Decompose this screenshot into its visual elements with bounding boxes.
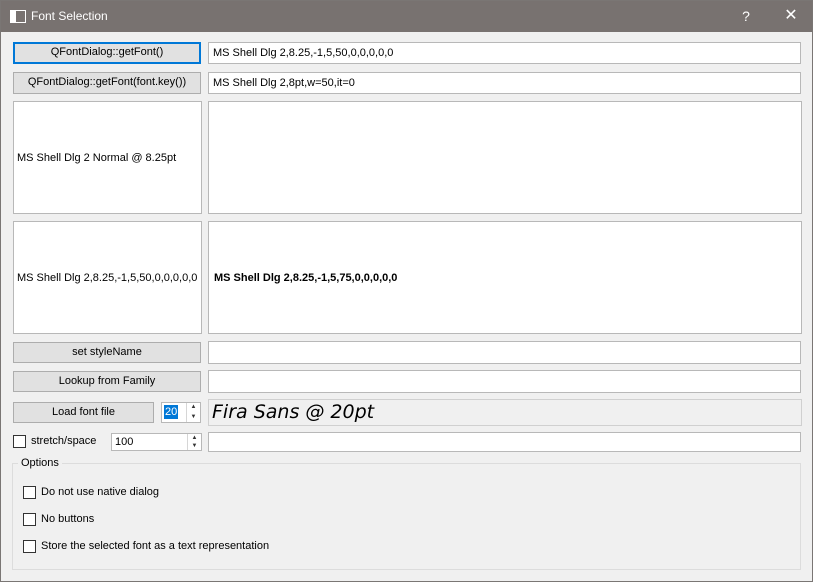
font-preview: Fira Sans @ 20pt xyxy=(208,399,802,426)
no-buttons-label: No buttons xyxy=(41,513,95,525)
get-font-key-result-field[interactable]: MS Shell Dlg 2,8pt,w=50,it=0 xyxy=(208,72,801,94)
font-description-label: MS Shell Dlg 2 Normal @ 8.25pt xyxy=(17,151,177,164)
bold-font-string-panel: MS Shell Dlg 2,8.25,-1,5,75,0,0,0,0,0 xyxy=(208,221,802,334)
spin-up-icon[interactable]: ▲ xyxy=(187,434,201,442)
stretch-result-field[interactable] xyxy=(208,432,801,452)
stretch-value[interactable]: 100 xyxy=(114,435,134,449)
no-buttons-checkbox[interactable] xyxy=(23,513,36,526)
lookup-from-family-button[interactable]: Lookup from Family xyxy=(13,371,201,392)
set-style-name-button[interactable]: set styleName xyxy=(13,342,201,363)
no-native-dialog-checkbox[interactable] xyxy=(23,486,36,499)
font-description-output-panel xyxy=(208,101,802,214)
get-font-result-field[interactable]: MS Shell Dlg 2,8.25,-1,5,50,0,0,0,0,0 xyxy=(208,42,801,64)
title-bar: Font Selection ? ✕ xyxy=(1,1,812,32)
font-size-value[interactable]: 20 xyxy=(164,405,179,419)
font-description-panel: MS Shell Dlg 2 Normal @ 8.25pt xyxy=(13,101,202,214)
options-group xyxy=(12,463,801,570)
get-font-key-button[interactable]: QFontDialog::getFont(font.key()) xyxy=(13,72,201,94)
window-title: Font Selection xyxy=(31,9,108,23)
get-font-button[interactable]: QFontDialog::getFont() xyxy=(13,42,201,64)
family-lookup-field[interactable] xyxy=(208,370,801,393)
stretch-space-label: stretch/space xyxy=(31,435,97,447)
store-text-checkbox[interactable] xyxy=(23,540,36,553)
style-name-field[interactable] xyxy=(208,341,801,364)
spin-down-icon[interactable]: ▼ xyxy=(187,442,201,450)
load-font-file-button[interactable]: Load font file xyxy=(13,402,154,423)
spin-down-icon[interactable]: ▼ xyxy=(186,412,200,422)
stretch-spinbox[interactable]: 100 ▲ ▼ xyxy=(111,433,202,451)
spin-up-icon[interactable]: ▲ xyxy=(186,403,200,413)
stretch-space-checkbox[interactable] xyxy=(13,435,26,448)
store-text-label: Store the selected font as a text repres… xyxy=(41,540,270,552)
options-group-title: Options xyxy=(18,457,62,469)
font-string-panel: MS Shell Dlg 2,8.25,-1,5,50,0,0,0,0,0 xyxy=(13,221,202,334)
bold-font-string-label: MS Shell Dlg 2,8.25,-1,5,75,0,0,0,0,0 xyxy=(214,271,398,284)
font-string-label: MS Shell Dlg 2,8.25,-1,5,50,0,0,0,0,0 xyxy=(17,271,198,284)
font-size-spinbox[interactable]: 20 ▲ ▼ xyxy=(161,402,201,423)
help-button[interactable]: ? xyxy=(736,7,756,25)
close-button[interactable]: ✕ xyxy=(776,6,806,26)
window-icon xyxy=(10,10,26,23)
font-selection-window: Font Selection ? ✕ QFontDialog::getFont(… xyxy=(0,0,813,582)
no-native-dialog-label: Do not use native dialog xyxy=(41,486,160,498)
